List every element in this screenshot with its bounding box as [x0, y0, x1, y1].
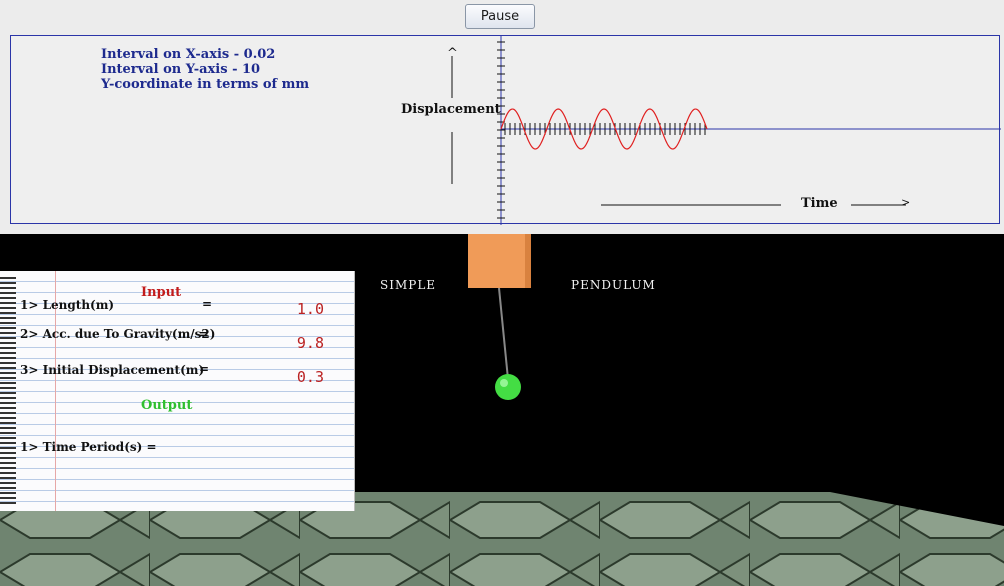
displacement-time-graph [451, 36, 1001, 225]
notebook-panel: Input 1> Length(m) = 1.0 2> Acc. due To … [0, 271, 355, 511]
input-title: Input [141, 285, 182, 300]
graph-ticks [497, 41, 706, 219]
pause-button[interactable]: Pause [465, 4, 535, 29]
y-axis-label: Displacement [401, 102, 501, 117]
scene-title-right: PENDULUM [571, 278, 656, 292]
length-label: 1> Length(m) [20, 298, 115, 312]
output-title: Output [141, 398, 193, 413]
scene-title-left: SIMPLE [380, 278, 437, 292]
x-axis-label: Time [801, 196, 838, 211]
x-axis-arrow-icon: > [901, 196, 911, 209]
y-axis-arrow-icon: ^ [447, 46, 458, 61]
pendulum-scene: SIMPLE PENDULUM Input 1> Length(m) = 1.0… [0, 234, 1004, 586]
gravity-equals: = [199, 327, 210, 341]
length-value[interactable]: 1.0 [260, 300, 324, 318]
gravity-value[interactable]: 9.8 [260, 334, 324, 352]
graph-axes [500, 36, 1001, 225]
toolbar: Pause [0, 0, 1004, 34]
graph-panel: Interval on X-axis - 0.02 Interval on Y-… [10, 35, 1001, 225]
displacement-value[interactable]: 0.3 [260, 368, 324, 386]
spiral-binding [0, 277, 16, 507]
pendulum-string [498, 287, 509, 380]
displacement-label: 3> Initial Displacement(m) [20, 363, 205, 377]
displacement-equals: = [199, 362, 210, 376]
pendulum-bob [495, 374, 521, 400]
length-equals: = [202, 297, 213, 311]
gravity-label: 2> Acc. due To Gravity(m/s2) [20, 327, 216, 341]
time-period-label: 1> Time Period(s) = [20, 440, 157, 454]
